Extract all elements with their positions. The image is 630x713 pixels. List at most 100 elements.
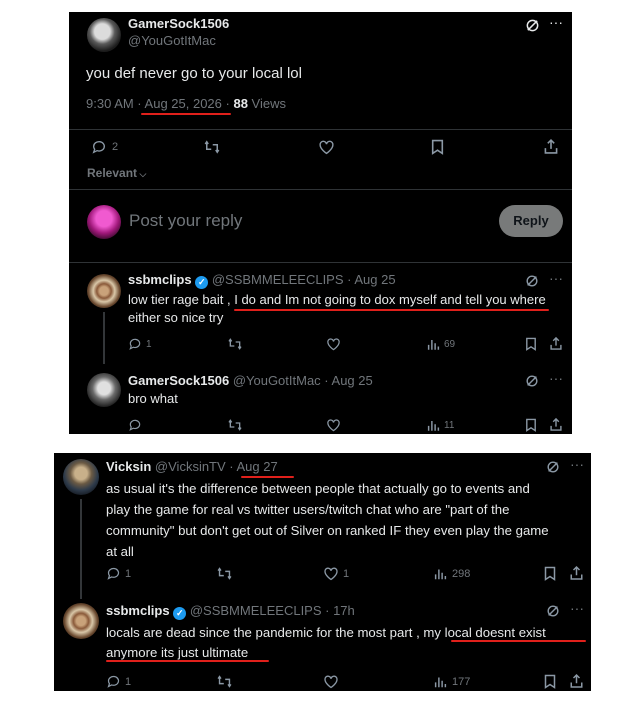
views-icon[interactable] [434, 567, 447, 580]
handle-date[interactable]: @YouGotItMac · Aug 25 [233, 373, 373, 388]
retweet-icon[interactable] [227, 337, 243, 351]
divider [69, 189, 572, 190]
retweet-icon[interactable] [227, 418, 243, 432]
views-icon[interactable] [434, 675, 447, 688]
reply-count: 1 [125, 676, 132, 688]
views-count: 298 [452, 568, 471, 580]
share-icon[interactable] [549, 417, 563, 432]
verified-badge: ✓ [195, 276, 209, 289]
views-count: 69 [444, 339, 456, 350]
verified-badge: ✓ [173, 607, 187, 620]
reply-icon[interactable] [106, 566, 121, 581]
thread-line [80, 499, 82, 599]
like-icon[interactable] [318, 139, 335, 155]
post-text-line: at all [106, 544, 134, 559]
retweet-icon[interactable] [216, 674, 233, 689]
more-icon[interactable]: ··· [549, 371, 563, 385]
like-icon[interactable] [326, 337, 341, 351]
bookmark-icon[interactable] [544, 674, 556, 689]
post-date[interactable]: Aug 27 [237, 459, 278, 474]
views-count: 88 [233, 96, 248, 111]
annotation-underline [141, 113, 231, 115]
like-icon[interactable] [323, 674, 339, 689]
tweet-date[interactable]: Aug 25, 2026 [145, 96, 222, 111]
annotation-underline [234, 309, 549, 311]
bottom-screenshot: Vicksin @VicksinTV · Aug 27 ··· as usual… [54, 453, 591, 691]
avatar[interactable] [63, 459, 99, 495]
reply-text: bro what [128, 391, 178, 406]
avatar[interactable] [87, 274, 121, 308]
reply-input[interactable]: Post your reply [129, 211, 242, 231]
post-text-line: community" but don't get out of Silver o… [106, 523, 549, 538]
avatar[interactable] [87, 18, 121, 52]
display-name[interactable]: ssbmclips [106, 603, 170, 618]
thread-line [103, 312, 105, 364]
share-icon[interactable] [569, 565, 584, 581]
reply-icon[interactable] [106, 674, 121, 689]
handle[interactable]: @YouGotItMac [128, 33, 216, 48]
tweet-time[interactable]: 9:30 AM · [86, 96, 145, 111]
post-text-line: as usual it's the difference between peo… [106, 481, 530, 496]
avatar [87, 205, 121, 239]
divider [69, 262, 572, 263]
share-icon[interactable] [569, 673, 584, 689]
display-name[interactable]: Vicksin [106, 459, 151, 474]
bookmark-icon[interactable] [525, 418, 537, 432]
reply-icon[interactable] [91, 139, 107, 155]
views-icon[interactable] [427, 338, 440, 350]
bookmark-icon[interactable] [431, 139, 444, 155]
handle-date[interactable]: @SSBMMELEECLIPS · 17h [190, 603, 355, 618]
grok-icon[interactable] [525, 18, 540, 33]
handle[interactable]: @VicksinTV · [155, 459, 237, 474]
annotation-underline [451, 640, 586, 642]
share-icon[interactable] [543, 138, 559, 155]
top-screenshot: GamerSock1506 @YouGotItMac ··· you def n… [69, 12, 572, 434]
more-icon[interactable]: ··· [570, 601, 584, 615]
avatar[interactable] [87, 373, 121, 407]
grok-icon[interactable] [546, 460, 560, 474]
more-icon[interactable]: ··· [549, 15, 563, 29]
reply-button[interactable]: Reply [499, 205, 563, 237]
reply-icon[interactable] [128, 418, 142, 432]
handle-date[interactable]: @SSBMMELEECLIPS · Aug 25 [212, 272, 396, 287]
reply-header: ssbmclips ✓ @SSBMMELEECLIPS · Aug 25 [128, 272, 396, 289]
bookmark-icon[interactable] [525, 337, 537, 351]
more-icon[interactable]: ··· [570, 457, 584, 471]
retweet-icon[interactable] [216, 566, 233, 581]
views-label: Views [247, 96, 286, 111]
reply-count: 1 [146, 339, 152, 350]
tweet-meta: 9:30 AM · Aug 25, 2026 · 88 Views [86, 96, 286, 111]
display-name[interactable]: GamerSock1506 [128, 373, 229, 388]
grok-icon[interactable] [546, 604, 560, 618]
retweet-icon[interactable] [203, 139, 221, 155]
reply-count: 1 [125, 568, 132, 580]
bookmark-icon[interactable] [544, 566, 556, 581]
like-icon[interactable] [326, 418, 341, 432]
like-count: 1 [343, 568, 350, 580]
sort-relevant[interactable]: Relevant ⌵ [87, 166, 146, 180]
more-icon[interactable]: ··· [549, 271, 563, 285]
display-name[interactable]: GamerSock1506 [128, 16, 229, 31]
grok-icon[interactable] [525, 374, 539, 388]
views-count: 11 [444, 420, 455, 431]
display-name[interactable]: ssbmclips [128, 272, 192, 287]
post-header: Vicksin @VicksinTV · Aug 27 [106, 459, 278, 474]
grok-icon[interactable] [525, 274, 539, 288]
post-text: locals are dead since the pandemic for t… [106, 623, 546, 663]
separator: · [221, 96, 234, 111]
divider [69, 129, 572, 130]
post-header: ssbmclips ✓ @SSBMMELEECLIPS · 17h [106, 603, 355, 620]
like-icon[interactable] [323, 566, 339, 581]
reply-header: GamerSock1506 @YouGotItMac · Aug 25 [128, 373, 373, 388]
avatar[interactable] [63, 603, 99, 639]
reply-text-line: low tier rage bait , I do and Im not goi… [128, 292, 546, 307]
share-icon[interactable] [549, 336, 563, 351]
annotation-underline [106, 660, 269, 662]
views-count: 177 [452, 676, 471, 688]
post-text-line: play the game for real vs twitter users/… [106, 502, 510, 517]
reply-icon[interactable] [128, 337, 142, 351]
reply-count: 2 [112, 141, 119, 153]
sort-label: Relevant [87, 166, 138, 180]
chevron-down-icon: ⌵ [137, 169, 147, 179]
views-icon[interactable] [427, 419, 440, 431]
